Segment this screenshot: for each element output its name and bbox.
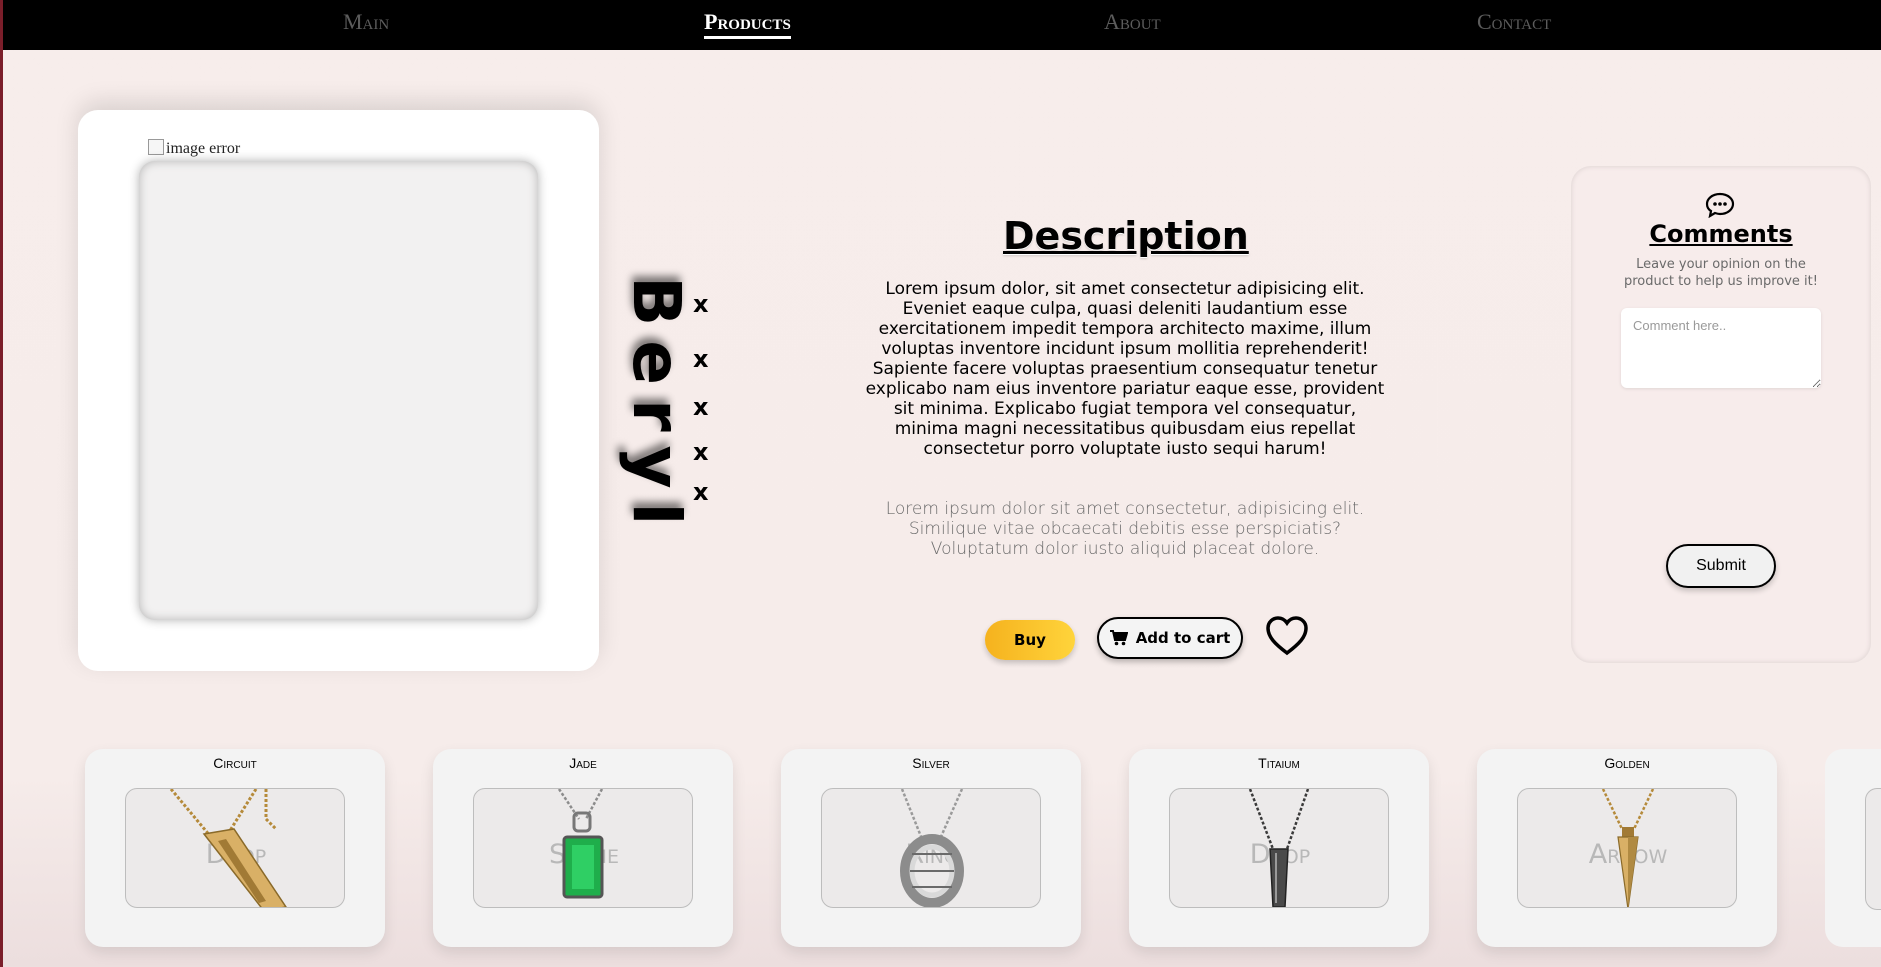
x-mark: x — [693, 290, 709, 318]
product-name: Beryl — [618, 276, 695, 540]
description-secondary-paragraph: Lorem ipsum dolor sit amet consectetur, … — [885, 499, 1365, 559]
card-image-frame: Drop — [1169, 788, 1389, 908]
buy-button[interactable]: Buy — [985, 620, 1075, 660]
add-to-cart-label: Add to cart — [1135, 629, 1231, 647]
comments-subtitle: Leave your opinion on the product to hel… — [1624, 257, 1818, 289]
product-image-card: image error — [78, 110, 599, 671]
nav-about[interactable]: About — [1104, 9, 1161, 35]
submit-button[interactable]: Submit — [1666, 544, 1776, 588]
x-mark: x — [693, 478, 709, 506]
image-alt-text: image error — [166, 140, 241, 157]
top-navbar: Main Products About Contact — [3, 0, 1881, 50]
heart-icon[interactable] — [1265, 614, 1309, 658]
product-card-silver[interactable]: Silver Ring — [781, 749, 1081, 947]
card-image-frame: Drop — [125, 788, 345, 908]
card-image-frame: Stone — [473, 788, 693, 908]
x-mark: x — [693, 438, 709, 466]
silver-ring-pendant-image — [900, 789, 964, 907]
broken-image: image error — [148, 139, 240, 158]
x-mark: x — [693, 393, 709, 421]
comment-input[interactable] — [1621, 308, 1821, 388]
card-image-frame: Ring — [821, 788, 1041, 908]
x-mark: x — [693, 345, 709, 373]
product-card-golden[interactable]: Golden Arrow — [1477, 749, 1777, 947]
nav-products[interactable]: Products — [704, 9, 791, 39]
product-card-partial[interactable] — [1825, 749, 1881, 947]
gold-arrow-pendant-image — [1601, 789, 1655, 907]
titanium-drop-pendant-image — [1248, 789, 1310, 907]
gold-bar-necklace-image — [169, 789, 287, 907]
nav-main[interactable]: Main — [343, 9, 389, 35]
card-title: Jade — [569, 755, 597, 771]
card-title: Circuit — [213, 755, 257, 771]
comments-title: Comments — [1649, 220, 1793, 248]
product-card-circuit[interactable]: Circuit Drop — [85, 749, 385, 947]
jade-pendant-image — [557, 789, 604, 899]
card-title: Golden — [1604, 755, 1650, 771]
description-paragraph: Lorem ipsum dolor, sit amet consectetur … — [865, 279, 1385, 459]
card-title: Silver — [912, 755, 950, 771]
broken-image-icon — [148, 139, 164, 155]
add-to-cart-button[interactable]: Add to cart — [1097, 617, 1243, 659]
description-title: Description — [1003, 214, 1249, 258]
product-image-frame — [139, 161, 538, 620]
card-title: Titaium — [1258, 755, 1300, 771]
product-card-jade[interactable]: Jade Stone — [433, 749, 733, 947]
card-image-frame: Arrow — [1517, 788, 1737, 908]
product-card-titaium[interactable]: Titaium Drop — [1129, 749, 1429, 947]
comments-panel: Comments Leave your opinion on the produ… — [1571, 166, 1871, 663]
chat-icon — [1705, 192, 1735, 218]
card-image-frame — [1865, 788, 1881, 910]
nav-contact[interactable]: Contact — [1477, 9, 1551, 35]
cart-icon — [1109, 630, 1128, 646]
